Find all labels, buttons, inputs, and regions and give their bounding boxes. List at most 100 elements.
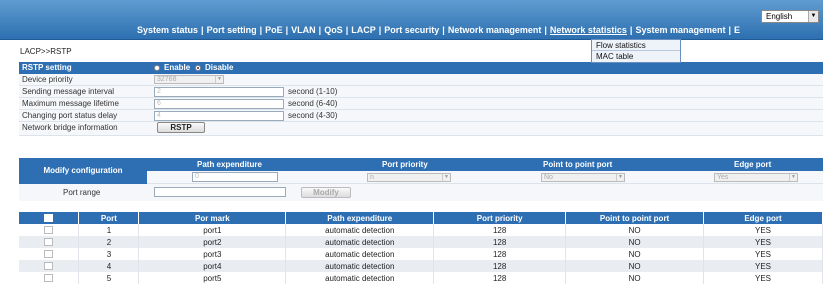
path-expenditure-input[interactable]: 0	[192, 172, 278, 182]
cell-port: 4	[78, 260, 140, 272]
nav-item-qos[interactable]: QoS	[324, 25, 343, 35]
menu-item-mac-table[interactable]: MAC table	[592, 51, 680, 62]
cell-point-to-point: NO	[565, 248, 705, 260]
rstp-setting-label: RSTP setting	[22, 63, 72, 72]
device-priority-value: 32768	[157, 76, 177, 83]
max-lifetime-label: Maximum message lifetime	[22, 99, 119, 108]
nav-separator: |	[201, 25, 204, 35]
cell-path-expenditure: automatic detection	[285, 260, 435, 272]
nav-item-poe[interactable]: PoE	[265, 25, 283, 35]
cell-edge-port: YES	[703, 272, 823, 284]
edge-port-select[interactable]: Yes ▼	[714, 173, 798, 182]
disable-radio[interactable]	[195, 65, 201, 71]
cell-port: 5	[78, 272, 140, 284]
col-point-to-point: Point to point port	[543, 160, 613, 169]
change-delay-hint: second (4-30)	[288, 111, 338, 120]
row-select-cell	[19, 248, 80, 260]
modify-configuration-panel: Modify configuration Path expenditure Po…	[19, 158, 823, 201]
sending-interval-hint: second (1-10)	[288, 87, 338, 96]
row-checkbox[interactable]	[44, 226, 54, 235]
cell-edge-port: YES	[703, 248, 823, 260]
nav-item-port-security[interactable]: Port security	[384, 25, 439, 35]
cell-port-priority: 128	[433, 236, 567, 248]
row-checkbox[interactable]	[44, 274, 54, 283]
cell-edge-port: YES	[703, 260, 823, 272]
chevron-down-icon[interactable]: ▼	[808, 11, 818, 22]
disable-radio-label: Disable	[205, 63, 234, 72]
port-priority-select[interactable]: n ▼	[367, 173, 451, 182]
cell-port-priority: 128	[433, 224, 567, 236]
row-checkbox[interactable]	[44, 262, 54, 271]
chevron-down-icon: ▼	[215, 76, 223, 83]
sending-interval-row: Sending message interval 2 second (1-10)	[19, 86, 823, 98]
table-row: 3 port3 automatic detection 128 NO YES	[19, 248, 823, 260]
row-checkbox[interactable]	[44, 238, 54, 247]
nav-item-lacp[interactable]: LACP	[351, 25, 376, 35]
cell-por-mark: port5	[138, 272, 287, 284]
max-lifetime-hint: second (6-40)	[288, 99, 338, 108]
header-port-priority: Port priority	[433, 212, 567, 224]
port-priority-value: n	[370, 174, 374, 181]
cell-por-mark: port3	[138, 248, 287, 260]
chevron-down-icon: ▼	[789, 174, 797, 181]
nav-separator: |	[345, 25, 349, 35]
cell-por-mark: port1	[138, 224, 287, 236]
col-port-priority: Port priority	[382, 160, 428, 169]
table-row: 4 port4 automatic detection 128 NO YES	[19, 260, 823, 272]
change-delay-row: Changing port status delay 4 second (4-3…	[19, 110, 823, 122]
max-lifetime-input[interactable]: 6	[154, 99, 284, 109]
rstp-button[interactable]: RSTP	[157, 122, 205, 133]
cell-edge-port: YES	[703, 236, 823, 248]
cell-port-priority: 128	[433, 260, 567, 272]
nav-separator: |	[728, 25, 732, 35]
main-menu: System status | Port setting | PoE | VLAN | QoS |…	[137, 25, 740, 35]
cell-port: 3	[78, 248, 140, 260]
row-select-cell	[19, 260, 80, 272]
select-all-checkbox[interactable]	[44, 214, 54, 223]
cell-path-expenditure: automatic detection	[285, 224, 435, 236]
nav-item-vlan[interactable]: VLAN	[291, 25, 316, 35]
cell-path-expenditure: automatic detection	[285, 248, 435, 260]
nav-item-network-statistics[interactable]: Network statistics	[550, 25, 627, 35]
bridge-info-row: Network bridge information RSTP	[19, 122, 823, 136]
top-navigation-bar: English ▼ System status | Port setting | PoE…	[0, 0, 823, 40]
device-priority-label: Device priority	[22, 75, 73, 84]
port-range-input[interactable]	[154, 187, 286, 197]
table-row: 1 port1 automatic detection 128 NO YES	[19, 224, 823, 236]
device-priority-select[interactable]: 32768 ▼	[154, 75, 224, 84]
enable-radio[interactable]	[154, 65, 160, 71]
cell-point-to-point: NO	[565, 260, 705, 272]
change-delay-input[interactable]: 4	[154, 111, 284, 121]
nav-item-system-management[interactable]: System management	[635, 25, 725, 35]
sending-interval-input[interactable]: 2	[154, 87, 284, 97]
nav-item-system-status[interactable]: System status	[137, 25, 198, 35]
port-range-label: Port range	[63, 188, 101, 197]
header-point-to-point: Point to point port	[565, 212, 705, 224]
cell-port-priority: 128	[433, 248, 567, 260]
row-select-cell	[19, 224, 80, 236]
rstp-setting-header: RSTP setting Enable Disable	[19, 62, 823, 74]
nav-separator: |	[378, 25, 382, 35]
edge-port-value: Yes	[717, 174, 729, 181]
device-priority-row: Device priority 32768 ▼	[19, 74, 823, 86]
max-lifetime-row: Maximum message lifetime 6 second (6-40)	[19, 98, 823, 110]
nav-separator: |	[318, 25, 322, 35]
col-edge-port: Edge port	[734, 160, 772, 169]
nav-item-network-management[interactable]: Network management	[448, 25, 542, 35]
cell-point-to-point: NO	[565, 224, 705, 236]
language-select[interactable]: English ▼	[761, 10, 819, 23]
nav-item-port-setting[interactable]: Port setting	[207, 25, 257, 35]
row-checkbox[interactable]	[44, 250, 54, 259]
language-value: English	[766, 12, 793, 21]
modify-button[interactable]: Modify	[301, 187, 351, 198]
header-port: Port	[78, 212, 140, 224]
nav-item-e[interactable]: E	[734, 25, 740, 35]
nav-separator: |	[442, 25, 445, 35]
point-to-point-select[interactable]: No ▼	[541, 173, 625, 182]
cell-path-expenditure: automatic detection	[285, 236, 435, 248]
cell-point-to-point: NO	[565, 272, 705, 284]
cell-port-priority: 128	[433, 272, 567, 284]
cell-path-expenditure: automatic detection	[285, 272, 435, 284]
menu-item-flow-statistics[interactable]: Flow statistics	[592, 40, 680, 51]
table-row: 5 port5 automatic detection 128 NO YES	[19, 272, 823, 284]
